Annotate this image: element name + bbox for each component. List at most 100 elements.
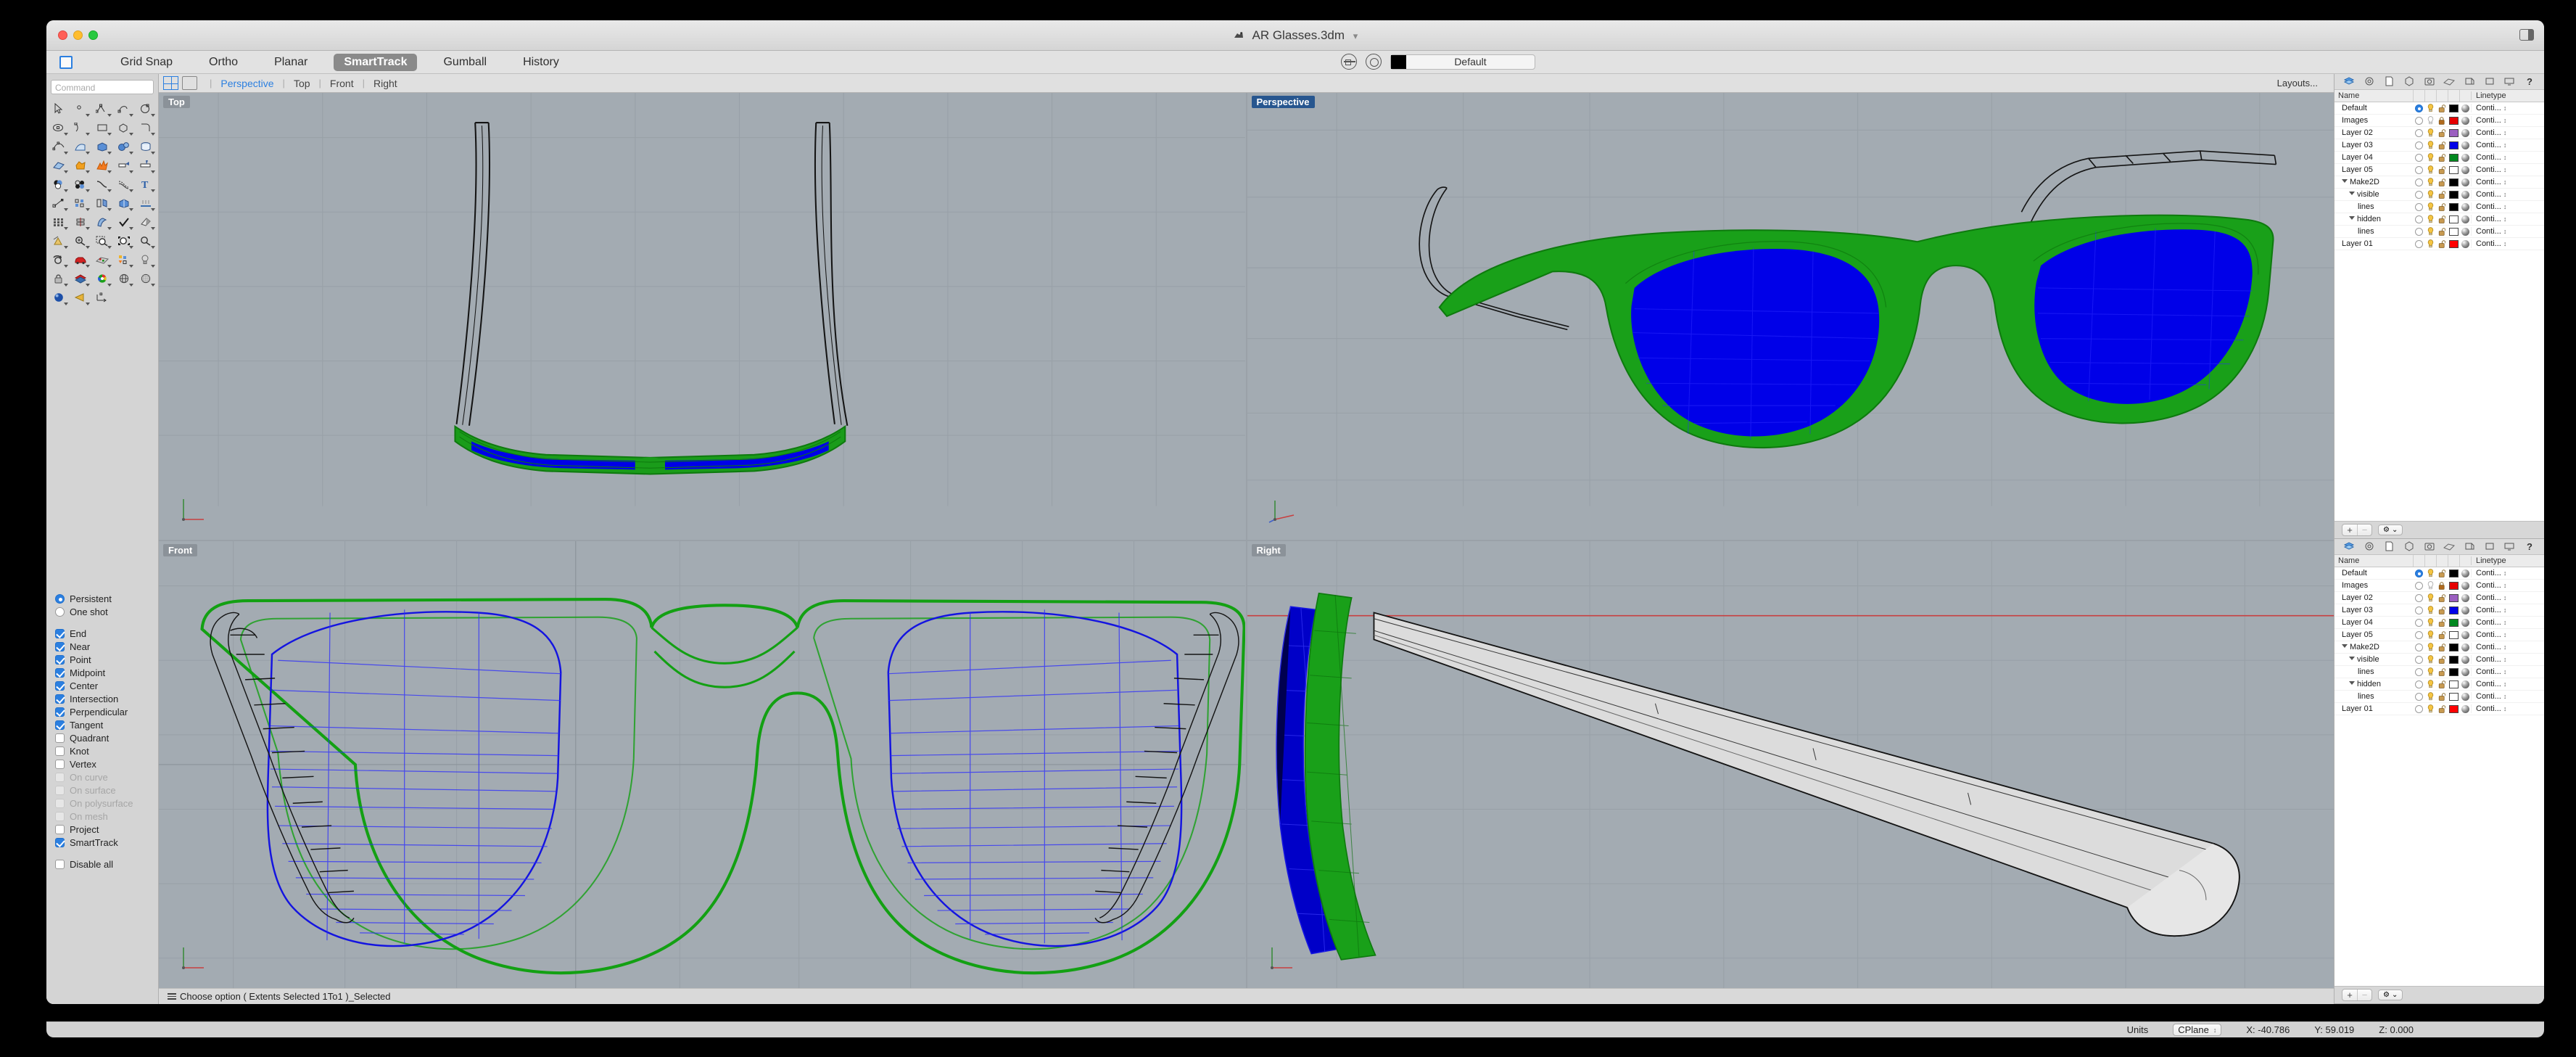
scale-tool[interactable] [114, 194, 134, 212]
current-layer-color-swatch[interactable] [1391, 54, 1406, 69]
layer-color-cell[interactable] [2448, 618, 2459, 627]
layer-current-cell[interactable] [2413, 593, 2424, 602]
camera-panel-icon-2[interactable] [2424, 541, 2435, 552]
linetype-stepper-icon[interactable]: ↕ [2503, 569, 2507, 577]
lock-open-icon[interactable] [2438, 618, 2446, 627]
layer-material-cell[interactable] [2459, 153, 2471, 162]
layer-row[interactable]: lines Conti... ↕ [2334, 666, 2544, 678]
layer-color-swatch[interactable] [2448, 165, 2459, 174]
layer-visibility-cell[interactable] [2424, 569, 2436, 577]
layouts-button[interactable]: Layouts... [2269, 76, 2327, 90]
cplane-stepper-icon[interactable]: ↕ [2213, 1027, 2217, 1034]
layer-material-cell[interactable] [2459, 643, 2471, 651]
checkbox-tangent-icon[interactable] [55, 720, 65, 730]
current-layer-radio-icon[interactable] [2414, 581, 2423, 590]
layer-lock-cell[interactable] [2436, 680, 2448, 688]
osnap-vertex[interactable]: Vertex [55, 757, 158, 770]
current-layer-radio-icon[interactable] [2414, 680, 2423, 688]
layer-current-cell[interactable] [2413, 606, 2424, 614]
boolean-union-tool[interactable] [70, 157, 91, 174]
viewport-perspective-label[interactable]: Perspective [1251, 96, 1315, 108]
linetype-stepper-icon[interactable]: ↕ [2503, 594, 2507, 601]
layer-material-cell[interactable] [2459, 128, 2471, 137]
lock-open-icon[interactable] [2438, 104, 2446, 112]
lightbulb-icon[interactable] [2427, 667, 2434, 676]
linetype-stepper-icon[interactable]: ↕ [2503, 693, 2507, 700]
current-layer-radio-icon[interactable] [2414, 141, 2423, 149]
layer-linetype-cell[interactable]: Conti... ↕ [2471, 569, 2544, 577]
layer-lock-cell[interactable] [2436, 215, 2448, 223]
current-layer-radio-icon[interactable] [2414, 165, 2423, 174]
surface-patch-tool[interactable] [49, 157, 69, 174]
render-preview-tool[interactable] [49, 289, 69, 306]
layer-visibility-cell[interactable] [2424, 178, 2436, 186]
layer-lock-cell[interactable] [2436, 116, 2448, 125]
layer-color-swatch[interactable] [2448, 643, 2459, 651]
layer-color-swatch[interactable] [2448, 104, 2459, 112]
lightbulb-icon[interactable] [2427, 618, 2434, 627]
move-tool[interactable] [49, 194, 69, 212]
cplane-tool[interactable] [92, 251, 112, 268]
layer-lock-cell[interactable] [2436, 581, 2448, 590]
zoom-extents-tool[interactable] [136, 232, 156, 250]
current-layer-radio-icon[interactable] [2414, 655, 2423, 664]
boolean-difference-tool[interactable] [70, 176, 91, 193]
current-layer-radio-icon[interactable] [2414, 202, 2423, 211]
add-remove-layer-buttons[interactable]: + − [2342, 524, 2372, 536]
material-sphere-icon[interactable] [2461, 239, 2469, 248]
layer-color-cell[interactable] [2448, 239, 2459, 248]
layer-color-cell[interactable] [2448, 190, 2459, 199]
layer-material-cell[interactable] [2459, 116, 2471, 125]
layer-material-cell[interactable] [2459, 704, 2471, 713]
layer-material-cell[interactable] [2459, 667, 2471, 676]
layer-color-cell[interactable] [2448, 630, 2459, 639]
layer-linetype-cell[interactable]: Conti... ↕ [2471, 227, 2544, 236]
layer-row[interactable]: Make2D Conti... ↕ [2334, 641, 2544, 654]
layer-row[interactable]: Layer 02 Conti... ↕ [2334, 127, 2544, 139]
current-layer-radio-icon[interactable] [2414, 215, 2423, 223]
material-sphere-icon[interactable] [2461, 178, 2469, 186]
layer-row[interactable]: Layer 05 Conti... ↕ [2334, 164, 2544, 176]
zoom-window-tool[interactable] [92, 232, 112, 250]
layer-row[interactable]: visible Conti... ↕ [2334, 654, 2544, 666]
zoom-selected-tool[interactable] [114, 232, 134, 250]
cplane-selector[interactable]: CPlane ↕ [2173, 1024, 2222, 1036]
layer-color-swatch[interactable] [2448, 190, 2459, 199]
offset-curve-tool[interactable] [114, 176, 134, 193]
layer-linetype-cell[interactable]: Conti... ↕ [2471, 643, 2544, 651]
layer-lock-cell[interactable] [2436, 692, 2448, 701]
layer-target-icon[interactable] [1366, 54, 1382, 70]
layer-visibility-cell[interactable] [2424, 190, 2436, 199]
layer-current-cell[interactable] [2413, 655, 2424, 664]
lock-closed-icon[interactable] [2438, 116, 2445, 125]
object-icon-2[interactable] [2403, 541, 2415, 552]
point-tool[interactable] [70, 100, 91, 118]
grid-array-tool[interactable] [49, 213, 69, 231]
render-tool[interactable] [49, 232, 69, 250]
circle-tool[interactable] [136, 100, 156, 118]
layer-options-button[interactable]: ⚙ ⌄ [2378, 525, 2403, 535]
layer-color-swatch[interactable] [2448, 141, 2459, 149]
current-layer-radio-icon[interactable] [2414, 593, 2423, 602]
material-sphere-icon[interactable] [2461, 128, 2469, 137]
layer-material-cell[interactable] [2459, 692, 2471, 701]
layer-row[interactable]: Default Conti... ↕ [2334, 567, 2544, 580]
layer-linetype-cell[interactable]: Conti... ↕ [2471, 606, 2544, 614]
layer-color-swatch[interactable] [2448, 178, 2459, 186]
lock-open-icon[interactable] [2438, 569, 2446, 577]
control-points-tool[interactable] [49, 138, 69, 155]
display-panel-icon[interactable] [2503, 76, 2515, 87]
osnap-tangent[interactable]: Tangent [55, 718, 158, 731]
layer-color-swatch[interactable] [2448, 692, 2459, 701]
osnap-end[interactable]: End [55, 627, 158, 640]
layer-linetype-cell[interactable]: Conti... ↕ [2471, 704, 2544, 713]
layer-linetype-cell[interactable]: Conti... ↕ [2471, 178, 2544, 186]
lock-open-icon[interactable] [2438, 667, 2446, 676]
lock-open-icon[interactable] [2438, 227, 2446, 236]
split-tool[interactable] [136, 157, 156, 174]
layer-visibility-cell[interactable] [2424, 692, 2436, 701]
fillet-tool[interactable] [136, 119, 156, 136]
layer-color-swatch[interactable] [2448, 227, 2459, 236]
linetype-stepper-icon[interactable]: ↕ [2503, 178, 2507, 186]
layer-current-cell[interactable] [2413, 128, 2424, 137]
